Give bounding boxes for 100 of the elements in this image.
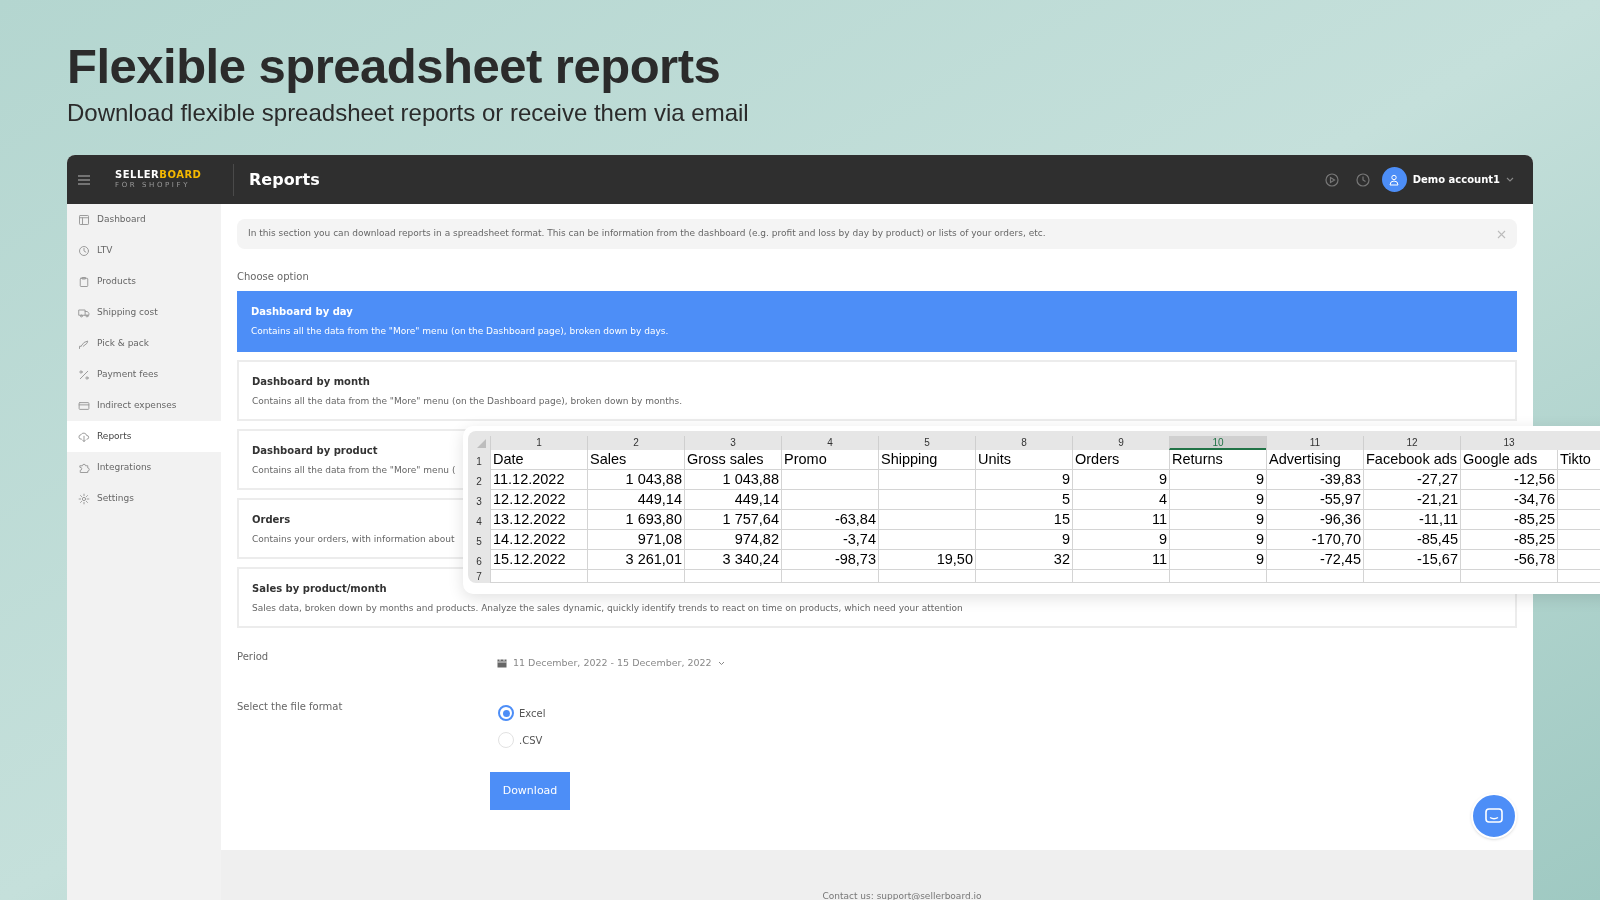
footer-text: Contact us: support@sellerboard.io [822, 890, 982, 900]
table-cell: 5 [975, 490, 1072, 510]
info-text: In this section you can download reports in a spreadsheet format. This can be information from the dashboard (e.g. profit and loss by day by product) or lists of your orders, etc. [248, 227, 1047, 241]
option-title: Orders [252, 513, 291, 526]
table-cell: Returns [1169, 450, 1266, 470]
option-description: Contains all the data from the "More" menu (on the Dashboard page), broken down by months. [252, 395, 683, 407]
account-name[interactable]: Demo account1 [1412, 172, 1500, 187]
sidebar-item[interactable]: Payment fees [67, 359, 221, 390]
field-label: Select the file format [237, 700, 344, 715]
table-cell: -85,25 [1460, 530, 1557, 550]
table-cell: 12.12.2022 [490, 490, 587, 510]
table-cell: 9 [975, 530, 1072, 550]
table-cell: 9 [1072, 470, 1169, 490]
table-cell: -34,76 [1460, 490, 1557, 510]
menu-icon [78, 174, 90, 185]
row-header[interactable]: 3 [468, 490, 490, 510]
card-icon [78, 399, 90, 412]
close-icon [1497, 229, 1506, 239]
row-header[interactable]: 7 [468, 570, 490, 583]
table-cell: Sales [587, 450, 684, 470]
puzzle-icon [78, 461, 90, 474]
table-cell: 9 [1169, 530, 1266, 550]
option-title: Dashboard by product [252, 444, 378, 457]
avatar[interactable] [1381, 167, 1407, 192]
option-description: Contains all the data from the "More" menu ( [252, 464, 456, 476]
table-cell: 1 043,88 [587, 470, 684, 490]
table-cell: -96,36 [1266, 510, 1363, 530]
column-header[interactable]: 10 [1169, 436, 1266, 450]
option-title: Dashboard by day [251, 305, 353, 318]
chevron-down-icon [717, 660, 725, 666]
table-cell: 32 [975, 550, 1072, 570]
table-cell: -56,78 [1460, 550, 1557, 570]
row-header[interactable]: 5 [468, 530, 490, 550]
table-cell: Units [975, 450, 1072, 470]
table-cell: 9 [1072, 530, 1169, 550]
table-cell: 11 [1072, 550, 1169, 570]
table-cell: Date [490, 450, 587, 470]
percent-icon [78, 368, 90, 381]
clock-icon [78, 244, 90, 257]
radio-option[interactable]: Excel [498, 705, 546, 722]
table-cell: Tikto [1557, 450, 1600, 470]
table-cell: -21,21 [1363, 490, 1460, 510]
sidebar-item[interactable]: Settings [67, 483, 221, 514]
sidebar-item[interactable]: Dashboard [67, 204, 221, 235]
table-cell: 9 [975, 470, 1072, 490]
option-description: Sales data, broken down by months and products. Analyze the sales dynamic, quickly identify trends to react on time on products, which need your attention [252, 602, 963, 614]
table-cell: -27,27 [1363, 470, 1460, 490]
play-icon [1324, 172, 1339, 187]
table-cell: 15.12.2022 [490, 550, 587, 570]
sidebar-item[interactable]: LTV [67, 235, 221, 266]
page-title: Reports [249, 168, 320, 191]
field-label: Period [237, 650, 270, 664]
table-cell: -11,11 [1363, 510, 1460, 530]
option-title: Dashboard by month [252, 375, 370, 388]
table-cell: -12,56 [1460, 470, 1557, 490]
truck-icon [78, 306, 90, 319]
cloud-download-icon [78, 430, 90, 443]
table-cell: -170,70 [1266, 530, 1363, 550]
row-header[interactable]: 6 [468, 550, 490, 570]
table-cell: Google ads [1460, 450, 1557, 470]
table-cell: -85,25 [1460, 510, 1557, 530]
table-cell: 4 [1072, 490, 1169, 510]
table-cell: 1 043,88 [684, 470, 781, 490]
table-cell: 9 [1169, 470, 1266, 490]
section-label: Choose option [237, 270, 310, 284]
row-header[interactable]: 2 [468, 470, 490, 490]
calendar-icon [497, 658, 507, 669]
table-cell: Advertising [1266, 450, 1363, 470]
table-cell: Gross sales [684, 450, 781, 470]
table-cell: 3 261,01 [587, 550, 684, 570]
sidebar-item[interactable]: Integrations [67, 452, 221, 483]
table-cell: 449,14 [684, 490, 781, 510]
table-cell: 11 [1072, 510, 1169, 530]
table-cell: Orders [1072, 450, 1169, 470]
table-cell: 1 693,80 [587, 510, 684, 530]
layout-icon [78, 213, 90, 226]
table-cell: 9 [1169, 510, 1266, 530]
sidebar-item[interactable]: Pick & pack [67, 328, 221, 359]
select-all-icon [477, 439, 486, 448]
table-cell: 449,14 [587, 490, 684, 510]
table-cell: -98,73 [781, 550, 878, 570]
table-cell: 11.12.2022 [490, 470, 587, 490]
option-description: Contains your orders, with information about [252, 533, 455, 545]
chevron-down-icon [1506, 177, 1514, 182]
option-title: Sales by product/month [252, 582, 387, 595]
option-card[interactable]: Dashboard by month Contains all the data from the "More" menu (on the Dashboard page), broken down by months. [237, 360, 1517, 421]
table-cell: -63,84 [781, 510, 878, 530]
option-description: Contains all the data from the "More" menu (on the Dashboard page), broken down by days. [251, 325, 669, 337]
sidebar-item[interactable]: Shipping cost [67, 297, 221, 328]
sidebar-item[interactable]: Reports [67, 421, 221, 452]
sidebar-item[interactable]: Indirect expenses [67, 390, 221, 421]
row-header[interactable]: 1 [468, 450, 490, 470]
date-range-picker[interactable]: 11 December, 2022 - 15 December, 2022 [497, 656, 725, 671]
radio-option[interactable]: .CSV [498, 732, 546, 749]
sidebar-item[interactable]: Products [67, 266, 221, 297]
table-cell: -39,83 [1266, 470, 1363, 490]
table-cell: -85,45 [1363, 530, 1460, 550]
table-cell: 19,50 [878, 550, 975, 570]
table-cell: -72,45 [1266, 550, 1363, 570]
row-header[interactable]: 4 [468, 510, 490, 530]
